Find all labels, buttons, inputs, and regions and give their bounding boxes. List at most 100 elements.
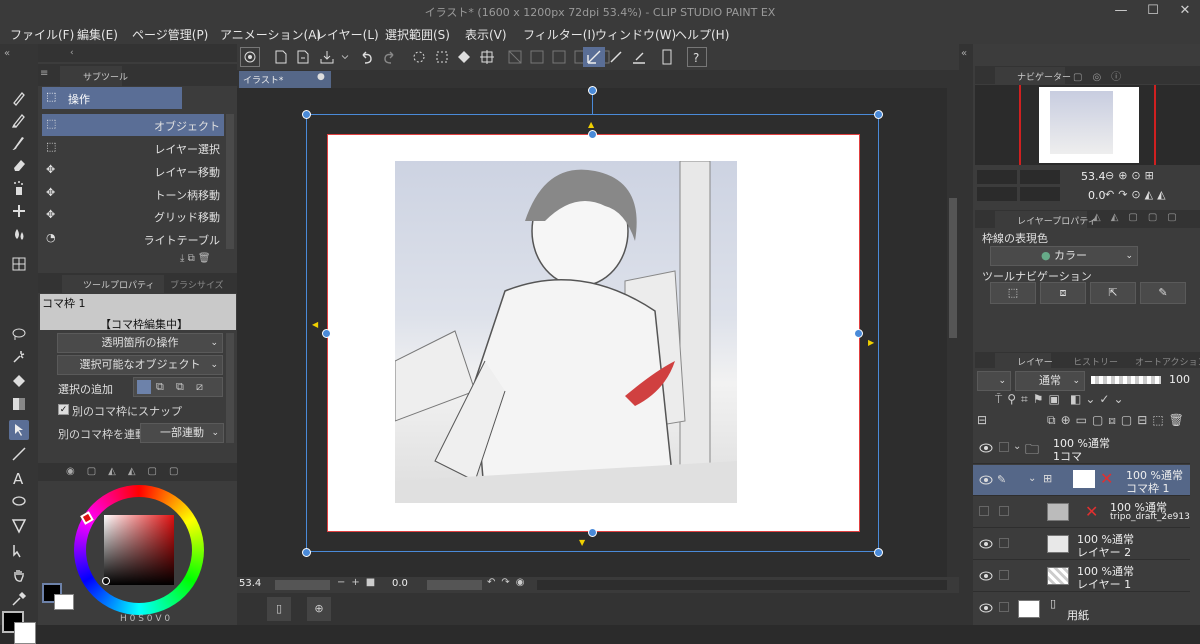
- zoom-buttons[interactable]: −+■: [337, 577, 381, 588]
- subtool-item-light-table[interactable]: ◔ ライトテーブル: [42, 228, 224, 250]
- toolprop-scrollbar[interactable]: [226, 333, 234, 443]
- add-selection-buttons[interactable]: ⧉ ⧉ ⧄: [133, 377, 223, 397]
- edit-pen-icon[interactable]: ✎: [997, 473, 1006, 486]
- layerprop-other-tabs[interactable]: ◭◭▢▢▢: [1093, 212, 1187, 223]
- arrow-top-icon[interactable]: ▲: [588, 120, 594, 129]
- brushsize-tab[interactable]: ブラシサイズ: [170, 278, 224, 291]
- frame-tool-nav-icon[interactable]: ⇱: [1090, 282, 1136, 304]
- save-icon[interactable]: [317, 47, 337, 67]
- layer-mask-icons[interactable]: ◧⌄✓⌄: [1070, 392, 1128, 406]
- sub-color-swatch[interactable]: [14, 622, 36, 644]
- frame-color-select[interactable]: ● カラー ⌄: [990, 246, 1138, 266]
- zoom-slider[interactable]: [275, 580, 330, 590]
- menu-window[interactable]: ウィンドウ(W): [595, 26, 676, 43]
- menu-view[interactable]: 表示(V): [465, 26, 507, 43]
- menu-animation[interactable]: アニメーション(A): [220, 26, 321, 43]
- pen-tool-icon[interactable]: [9, 88, 29, 108]
- saturation-value-square[interactable]: [104, 515, 174, 585]
- blend-mode-select[interactable]: 通常 ⌄: [1015, 371, 1085, 391]
- navigator-angle[interactable]: 0.0: [1088, 189, 1106, 202]
- opacity-value[interactable]: 100: [1169, 373, 1190, 386]
- navigator-rotate-buttons[interactable]: ↶↷⊙◭◭: [1105, 188, 1170, 201]
- navigator-tab[interactable]: ナビゲーター: [1017, 70, 1071, 83]
- layer-panel-menu-icon[interactable]: ⊟: [977, 413, 987, 427]
- arrow-right-icon[interactable]: ▶: [868, 338, 874, 347]
- handle-bottom-right[interactable]: [874, 548, 883, 557]
- link-select[interactable]: 一部連動 ⌄: [140, 423, 224, 443]
- layer-row-paper[interactable]: ▯ 用紙: [973, 593, 1190, 624]
- subtool-item-object[interactable]: ⬚ オブジェクト: [42, 114, 224, 136]
- opacity-slider[interactable]: [1091, 376, 1161, 384]
- color-picker-cursor[interactable]: [102, 577, 110, 585]
- handle-bottom-left[interactable]: [302, 548, 311, 557]
- layer-color-select[interactable]: ⌄: [977, 371, 1011, 391]
- history-tab[interactable]: ヒストリー: [1073, 355, 1118, 368]
- app-logo-icon[interactable]: [240, 47, 260, 67]
- transparent-operation-select[interactable]: 透明箇所の操作 ⌄: [57, 333, 223, 353]
- menu-icon[interactable]: ≡: [40, 68, 48, 79]
- handle-top[interactable]: [588, 130, 597, 139]
- line-tool-icon[interactable]: [9, 444, 29, 464]
- canvas-hscroll[interactable]: [537, 580, 947, 590]
- divide-frame-nav-icon[interactable]: ⧈: [1040, 282, 1086, 304]
- zoom-value[interactable]: 53.4: [239, 578, 261, 589]
- pencil-tool-icon[interactable]: [9, 110, 29, 130]
- navigator-other-tabs[interactable]: ▢◎ⓘ: [1073, 68, 1131, 83]
- frame-tool-icon[interactable]: [9, 254, 29, 274]
- rotate-handle[interactable]: [588, 86, 597, 95]
- subtool-item-tone-move[interactable]: ✥ トーン柄移動: [42, 183, 224, 205]
- mask-disabled-icon[interactable]: ✕: [1100, 469, 1113, 488]
- visibility-box[interactable]: [979, 506, 989, 516]
- new-selection-icon[interactable]: [137, 380, 151, 394]
- expand-selection-icon[interactable]: [549, 47, 569, 67]
- new-file-icon[interactable]: [271, 47, 291, 67]
- edit-target-box[interactable]: [999, 442, 1009, 452]
- device-icon[interactable]: [657, 47, 677, 67]
- subtool-tab[interactable]: サブツール: [83, 70, 128, 83]
- hand-tool-icon[interactable]: [9, 565, 29, 585]
- layer-row-layer1[interactable]: 100 %通常 レイヤー 1: [973, 561, 1190, 592]
- navigator-preview[interactable]: [975, 85, 1200, 165]
- menu-edit[interactable]: 編集(E): [77, 26, 118, 43]
- edit-target-box[interactable]: [999, 506, 1009, 516]
- layer-lock-icons[interactable]: ⍑⚲⌗⚑▣: [995, 392, 1065, 407]
- navigator-zoom[interactable]: 53.4: [1081, 170, 1106, 183]
- transform-icon[interactable]: [477, 47, 497, 67]
- help-icon[interactable]: ?: [687, 47, 707, 67]
- canvas-area[interactable]: ▲ ▼ ◀ ▶: [237, 86, 947, 577]
- angle-slider[interactable]: [427, 580, 482, 590]
- menu-layer[interactable]: レイヤー(L): [315, 26, 379, 43]
- close-button[interactable]: ✕: [1170, 2, 1200, 20]
- folder-collapse-icon[interactable]: ⌄: [1028, 473, 1036, 484]
- eyedropper-tool-icon[interactable]: [9, 589, 29, 609]
- menu-selection[interactable]: 選択範囲(S): [385, 26, 450, 43]
- arrow-bottom-icon[interactable]: ▼: [579, 538, 585, 547]
- layer-row-frame[interactable]: ✎ ⌄ ⊞ ✕ 100 %通常 コマ枠 1: [973, 465, 1190, 496]
- layer-action-icons[interactable]: ⧉⊕▭▢⧈▢⊟⬚🗑: [1047, 413, 1189, 428]
- auto-select-icon[interactable]: [9, 347, 29, 367]
- menu-page[interactable]: ページ管理(P): [132, 26, 208, 43]
- balloon-tool-icon[interactable]: [9, 492, 29, 512]
- select-object-nav-icon[interactable]: ⬚: [990, 282, 1036, 304]
- pen-nav-icon[interactable]: ✎: [1140, 282, 1186, 304]
- edit-target-box[interactable]: [999, 538, 1009, 548]
- decoration-tool-icon[interactable]: [9, 201, 29, 221]
- snap-special-icon[interactable]: [606, 47, 626, 67]
- folder-collapse-icon[interactable]: ⌄: [1013, 441, 1021, 452]
- color-tab-icons[interactable]: ◉▢◭◭▢▢: [66, 466, 190, 477]
- canvas-tab[interactable]: イラスト* ●: [239, 71, 331, 88]
- handle-left[interactable]: [322, 329, 331, 338]
- page-view-icon[interactable]: ⊕: [307, 597, 331, 621]
- handle-top-left[interactable]: [302, 110, 311, 119]
- navigator-zoom-buttons[interactable]: ⊖⊕⊙⊞: [1105, 169, 1158, 182]
- collapse-right-icon[interactable]: «: [961, 48, 967, 59]
- undo-icon[interactable]: [357, 47, 377, 67]
- handle-top-right[interactable]: [874, 110, 883, 119]
- canvas-vscroll[interactable]: [947, 88, 959, 577]
- edit-target-box[interactable]: [999, 570, 1009, 580]
- fill-icon[interactable]: [454, 47, 474, 67]
- correct-line-icon[interactable]: [9, 516, 29, 536]
- lasso-tool-icon[interactable]: [9, 324, 29, 344]
- airbrush-tool-icon[interactable]: [9, 178, 29, 198]
- auto-action-tab[interactable]: オートアクション: [1135, 355, 1200, 368]
